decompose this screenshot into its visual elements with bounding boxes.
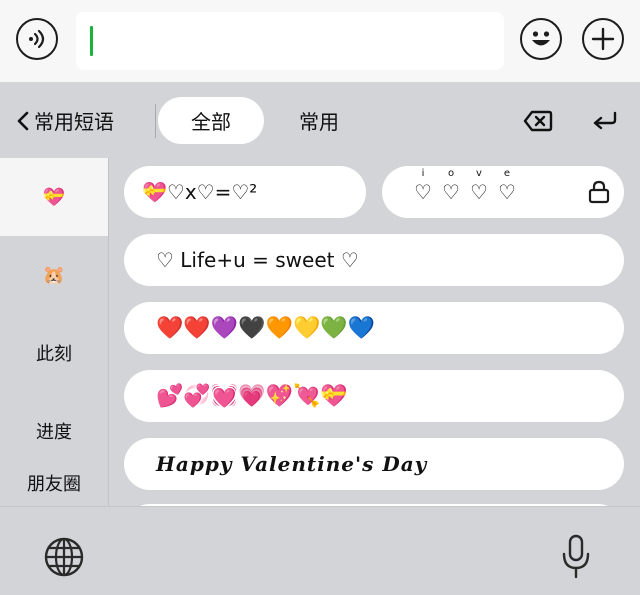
message-input[interactable]	[76, 12, 504, 70]
lock-icon	[588, 180, 610, 204]
toolbar-divider	[155, 104, 156, 138]
phrase-toolbar: 常用短语 全部 常用	[0, 82, 640, 158]
sidebar-item-moment[interactable]: 此刻	[0, 314, 108, 392]
category-sidebar: 💝 🐹 此刻 进度 朋友圈	[0, 158, 108, 506]
love-letter: v	[476, 168, 482, 179]
sidebar-item-moments[interactable]: 朋友圈	[0, 470, 108, 506]
love-letter: i	[421, 168, 425, 179]
love-letter: e	[503, 168, 511, 179]
love-heart: ♡ v	[470, 168, 488, 204]
phrase-item[interactable]: 💕💞💓💗💖💘💝	[124, 370, 624, 422]
sidebar-item-label: 进度	[36, 422, 72, 443]
chevron-left-icon	[17, 111, 29, 130]
phrase-item-locked[interactable]: ♡ i ♡ o ♡ v ♡ e	[382, 166, 624, 218]
back-button[interactable]: 常用短语	[16, 106, 114, 135]
return-icon[interactable]	[587, 104, 623, 138]
input-bar	[0, 0, 640, 82]
love-heart: ♡ i	[414, 168, 432, 204]
sidebar-item-label: 此刻	[36, 344, 72, 365]
sidebar-item-progress[interactable]: 进度	[0, 392, 108, 470]
text-caret	[90, 26, 93, 56]
sidebar-item-hamster[interactable]: 🐹	[0, 236, 108, 314]
plus-icon[interactable]	[582, 18, 624, 60]
phrase-item[interactable]: ♡ Life+u = sweet ♡	[124, 234, 624, 286]
phrase-text: 💝♡x♡=♡²	[142, 180, 258, 204]
keyboard-bottom-bar	[0, 506, 640, 595]
tab-common-label: 常用	[299, 110, 339, 134]
phrase-text: ♡ Life+u = sweet ♡	[156, 248, 359, 272]
phrase-list: 💝♡x♡=♡² ♡ i ♡ o ♡ v ♡ e ♡ Life+u = sweet ♡ ❤…	[109, 158, 640, 506]
sidebar-item-heart-gift[interactable]: 💝	[0, 158, 108, 236]
phrase-item[interactable]: Happy Valentine's Day	[124, 438, 624, 490]
phrase-text: 💕💞💓💗💖💘💝	[156, 383, 348, 409]
love-letter: o	[447, 168, 455, 179]
backspace-icon[interactable]	[520, 104, 556, 138]
sidebar-item-label: 💝	[42, 186, 66, 208]
love-hearts: ♡ i ♡ o ♡ v ♡ e	[414, 168, 516, 204]
tab-all[interactable]: 全部	[158, 97, 264, 144]
sidebar-item-label: 🐹	[42, 264, 66, 286]
phrase-text: Happy Valentine's Day	[156, 452, 428, 476]
sidebar-item-label: 朋友圈	[27, 474, 81, 495]
phrase-text: ❤️❤️💜🖤🧡💛💚💙	[156, 315, 376, 341]
globe-icon[interactable]	[42, 535, 86, 579]
emoji-face-icon[interactable]	[520, 18, 562, 60]
phrase-item[interactable]: 💝♡x♡=♡²	[124, 166, 366, 218]
love-heart: ♡ o	[442, 168, 460, 204]
back-label: 常用短语	[34, 110, 114, 134]
phrase-item[interactable]: ❤️❤️💜🖤🧡💛💚💙	[124, 302, 624, 354]
tab-all-label: 全部	[191, 110, 231, 134]
microphone-icon[interactable]	[554, 534, 598, 579]
love-heart: ♡ e	[498, 168, 516, 204]
tab-common[interactable]: 常用	[290, 97, 348, 144]
voice-input-icon[interactable]	[16, 18, 58, 60]
